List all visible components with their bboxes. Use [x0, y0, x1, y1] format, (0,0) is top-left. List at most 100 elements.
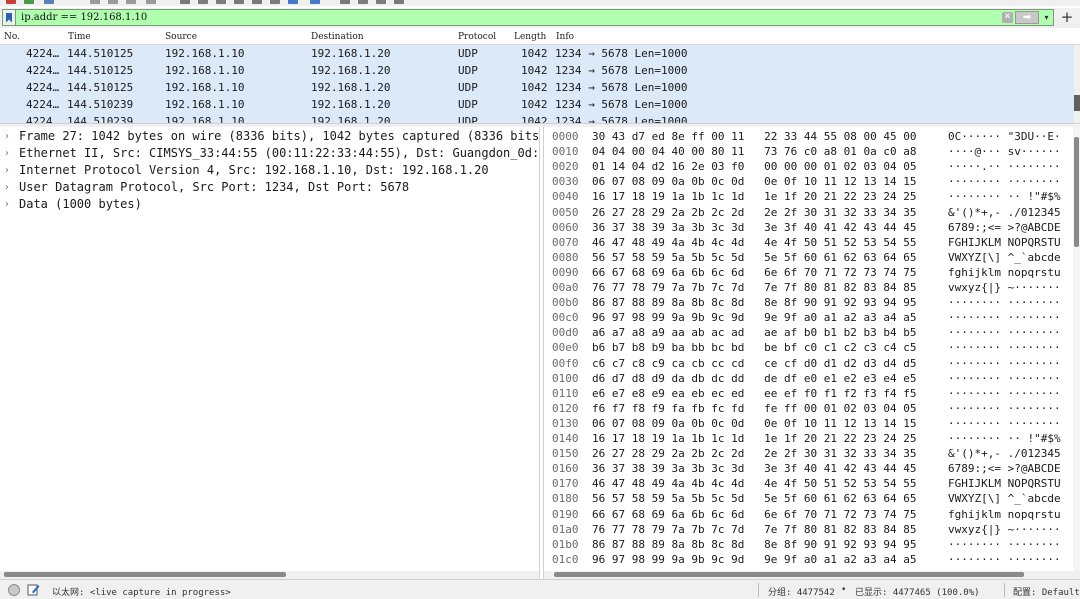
hex-row[interactable]: 0030 06 07 08 09 0a 0b 0c 0d 0e 0f 10 11 …	[544, 174, 1074, 189]
go-to-packet-icon[interactable]	[234, 0, 244, 4]
packet-row[interactable]: 4224… 144.510125 192.168.1.10 192.168.1.…	[0, 45, 1074, 62]
packet-details-pane: › Frame 27: 1042 bytes on wire (8336 bit…	[0, 127, 540, 579]
hex-row[interactable]: 00a0 76 77 78 79 7a 7b 7c 7d 7e 7f 80 81 …	[544, 280, 1074, 295]
column-protocol[interactable]: Protocol	[458, 32, 496, 42]
resize-columns-icon[interactable]	[394, 0, 404, 4]
packet-source: 192.168.1.10	[165, 98, 245, 111]
ascii-bytes: ········ ········	[948, 386, 1061, 400]
packet-row[interactable]: 4224… 144.510239 192.168.1.10 192.168.1.…	[0, 113, 1074, 123]
find-packet-icon[interactable]	[180, 0, 190, 4]
clear-filter-icon[interactable]: ✕	[1002, 12, 1013, 23]
hex-row[interactable]: 0180 56 57 58 59 5a 5b 5c 5d 5e 5f 60 61 …	[544, 491, 1074, 506]
column-info[interactable]: Info	[556, 32, 574, 42]
packet-info: 1234 → 5678 Len=1000	[555, 115, 688, 123]
ascii-bytes: FGHIJKLM NOPQRSTU	[948, 477, 1061, 491]
hex-bytes: 06 07 08 09 0a 0b 0c 0d 0e 0f 10 11 12 1…	[592, 416, 917, 430]
detail-item-data[interactable]: › Data (1000 bytes)	[0, 196, 539, 213]
bytes-horizontal-scrollbar[interactable]	[544, 571, 1080, 579]
hex-row[interactable]: 0050 26 27 28 29 2a 2b 2c 2d 2e 2f 30 31 …	[544, 205, 1074, 220]
filter-history-dropdown[interactable]: ▾	[1041, 11, 1052, 24]
zoom-in-icon[interactable]	[340, 0, 350, 4]
colorize-icon[interactable]	[310, 0, 320, 4]
zoom-out-icon[interactable]	[358, 0, 368, 4]
detail-item-udp[interactable]: › User Datagram Protocol, Src Port: 1234…	[0, 179, 539, 196]
go-back-icon[interactable]	[198, 0, 208, 4]
bytes-vertical-scrollbar[interactable]	[1073, 127, 1080, 571]
hex-bytes: 36 37 38 39 3a 3b 3c 3d 3e 3f 40 41 42 4…	[592, 220, 917, 234]
hex-row[interactable]: 0080 56 57 58 59 5a 5b 5c 5d 5e 5f 60 61 …	[544, 250, 1074, 265]
packet-list-scrollbar[interactable]	[1074, 45, 1080, 123]
expand-arrow-icon[interactable]: ›	[5, 128, 9, 145]
details-scroll-thumb[interactable]	[4, 572, 286, 577]
hex-row[interactable]: 01b0 86 87 88 89 8a 8b 8c 8d 8e 8f 90 91 …	[544, 537, 1074, 552]
add-filter-button[interactable]: +	[1058, 9, 1076, 26]
hex-row[interactable]: 0060 36 37 38 39 3a 3b 3c 3d 3e 3f 40 41 …	[544, 220, 1074, 235]
packet-protocol: UDP	[458, 64, 478, 77]
detail-item-ethernet[interactable]: › Ethernet II, Src: CIMSYS_33:44:55 (00:…	[0, 145, 539, 162]
hex-row[interactable]: 00d0 a6 a7 a8 a9 aa ab ac ad ae af b0 b1 …	[544, 325, 1074, 340]
details-horizontal-scrollbar[interactable]	[0, 571, 539, 579]
hex-row[interactable]: 0120 f6 f7 f8 f9 fa fb fc fd fe ff 00 01 …	[544, 401, 1074, 416]
hex-bytes: f6 f7 f8 f9 fa fb fc fd fe ff 00 01 02 0…	[592, 401, 917, 415]
bytes-hscroll-thumb[interactable]	[554, 572, 1024, 577]
bytes-vscroll-thumb[interactable]	[1074, 137, 1079, 247]
hex-row[interactable]: 00e0 b6 b7 b8 b9 ba bb bc bd be bf c0 c1 …	[544, 340, 1074, 355]
packet-row[interactable]: 4224… 144.510125 192.168.1.10 192.168.1.…	[0, 62, 1074, 79]
hex-row[interactable]: 0010 04 04 00 04 40 00 80 11 73 76 c0 a8 …	[544, 144, 1074, 159]
profile-selector[interactable]: 配置: Default	[1013, 585, 1080, 598]
close-file-icon[interactable]	[126, 0, 136, 4]
column-time[interactable]: Time	[68, 32, 91, 42]
column-no[interactable]: No.	[4, 32, 20, 42]
column-length[interactable]: Length	[514, 32, 546, 42]
expand-arrow-icon[interactable]: ›	[5, 196, 9, 213]
open-file-icon[interactable]	[90, 0, 100, 4]
hex-row[interactable]: 0150 26 27 28 29 2a 2b 2c 2d 2e 2f 30 31 …	[544, 446, 1074, 461]
column-destination[interactable]: Destination	[311, 32, 364, 42]
hex-row[interactable]: 00f0 c6 c7 c8 c9 ca cb cc cd ce cf d0 d1 …	[544, 356, 1074, 371]
apply-filter-button[interactable]: ➡	[1015, 11, 1039, 24]
stop-capture-icon[interactable]	[6, 0, 16, 4]
packet-list-scroll-thumb[interactable]	[1074, 95, 1080, 111]
capture-comment-icon[interactable]	[27, 583, 40, 596]
display-filter-text[interactable]: ip.addr == 192.168.1.10	[16, 12, 1053, 23]
expand-arrow-icon[interactable]: ›	[5, 162, 9, 179]
hex-row[interactable]: 0170 46 47 48 49 4a 4b 4c 4d 4e 4f 50 51 …	[544, 476, 1074, 491]
hex-row[interactable]: 0110 e6 e7 e8 e9 ea eb ec ed ee ef f0 f1 …	[544, 386, 1074, 401]
normal-size-icon[interactable]	[376, 0, 386, 4]
detail-item-frame[interactable]: › Frame 27: 1042 bytes on wire (8336 bit…	[0, 128, 539, 145]
reload-icon[interactable]	[146, 0, 156, 4]
hex-row[interactable]: 0130 06 07 08 09 0a 0b 0c 0d 0e 0f 10 11 …	[544, 416, 1074, 431]
expand-arrow-icon[interactable]: ›	[5, 179, 9, 196]
hex-row[interactable]: 0190 66 67 68 69 6a 6b 6c 6d 6e 6f 70 71 …	[544, 507, 1074, 522]
hex-row[interactable]: 0000 30 43 d7 ed 8e ff 00 11 22 33 44 55 …	[544, 129, 1074, 144]
restart-capture-icon[interactable]	[24, 0, 34, 4]
packet-row[interactable]: 4224… 144.510125 192.168.1.10 192.168.1.…	[0, 79, 1074, 96]
status-separator	[758, 583, 759, 597]
hex-row[interactable]: 01a0 76 77 78 79 7a 7b 7c 7d 7e 7f 80 81 …	[544, 522, 1074, 537]
bookmark-icon[interactable]	[3, 10, 16, 25]
display-filter-input[interactable]: ip.addr == 192.168.1.10 ✕ ➡ ▾	[2, 9, 1054, 26]
last-packet-icon[interactable]	[270, 0, 280, 4]
ascii-bytes: 6789:;<= >?@ABCDE	[948, 462, 1061, 476]
autoscroll-icon[interactable]	[288, 0, 298, 4]
first-packet-icon[interactable]	[252, 0, 262, 4]
column-source[interactable]: Source	[165, 32, 197, 42]
hex-row[interactable]: 0090 66 67 68 69 6a 6b 6c 6d 6e 6f 70 71 …	[544, 265, 1074, 280]
save-file-icon[interactable]	[108, 0, 118, 4]
packet-row[interactable]: 4224… 144.510239 192.168.1.10 192.168.1.…	[0, 96, 1074, 113]
expand-arrow-icon[interactable]: ›	[5, 145, 9, 162]
hex-row[interactable]: 0040 16 17 18 19 1a 1b 1c 1d 1e 1f 20 21 …	[544, 189, 1074, 204]
hex-row[interactable]: 0160 36 37 38 39 3a 3b 3c 3d 3e 3f 40 41 …	[544, 461, 1074, 476]
hex-row[interactable]: 00b0 86 87 88 89 8a 8b 8c 8d 8e 8f 90 91 …	[544, 295, 1074, 310]
hex-row[interactable]: 01c0 96 97 98 99 9a 9b 9c 9d 9e 9f a0 a1 …	[544, 552, 1074, 567]
detail-item-ipv4[interactable]: › Internet Protocol Version 4, Src: 192.…	[0, 162, 539, 179]
hex-row[interactable]: 0070 46 47 48 49 4a 4b 4c 4d 4e 4f 50 51 …	[544, 235, 1074, 250]
capture-status-icon[interactable]	[8, 584, 20, 596]
capture-options-icon[interactable]	[44, 0, 54, 4]
hex-row[interactable]: 00c0 96 97 98 99 9a 9b 9c 9d 9e 9f a0 a1 …	[544, 310, 1074, 325]
hex-row[interactable]: 0140 16 17 18 19 1a 1b 1c 1d 1e 1f 20 21 …	[544, 431, 1074, 446]
hex-row[interactable]: 0020 01 14 04 d2 16 2e 03 f0 00 00 00 01 …	[544, 159, 1074, 174]
hex-row[interactable]: 0100 d6 d7 d8 d9 da db dc dd de df e0 e1 …	[544, 371, 1074, 386]
go-forward-icon[interactable]	[216, 0, 226, 4]
hex-offset: 0060	[552, 220, 579, 234]
